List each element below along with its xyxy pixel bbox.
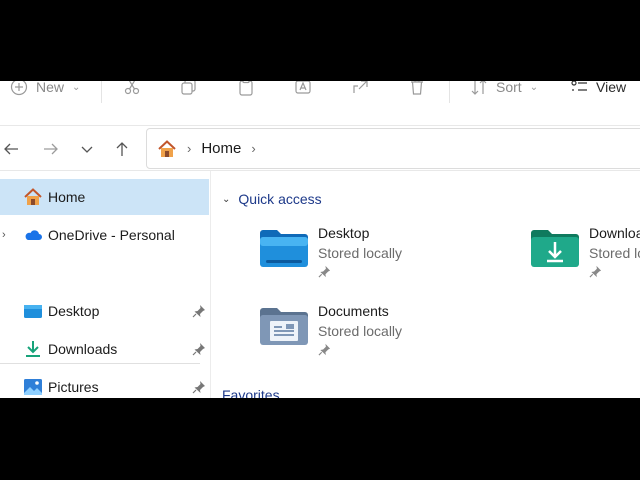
breadcrumb-home[interactable]: Home	[201, 140, 241, 157]
rename-icon	[295, 81, 311, 94]
pin-icon	[589, 265, 602, 278]
toolbar-divider	[101, 81, 102, 103]
quick-access-item-documents[interactable]: Documents Stored locally	[258, 293, 518, 359]
desktop-folder-icon	[24, 305, 42, 318]
tile-status: Stored locally	[318, 245, 403, 261]
breadcrumb-separator-icon[interactable]: ›	[251, 141, 255, 156]
pin-icon[interactable]	[192, 304, 206, 318]
section-title: Favorites	[222, 387, 280, 398]
sidebar-item-onedrive[interactable]: › OneDrive - Personal	[0, 217, 209, 253]
quick-access-item-desktop[interactable]: Desktop Stored locally	[258, 215, 518, 281]
forward-button[interactable]	[40, 138, 62, 160]
letterbox-bottom	[0, 398, 640, 480]
sidebar-item-label: OneDrive - Personal	[48, 227, 175, 243]
sidebar-item-downloads[interactable]: Downloads	[0, 331, 209, 367]
paste-button[interactable]	[237, 81, 255, 99]
view-icon	[571, 81, 587, 91]
tile-name: Documents	[318, 303, 389, 319]
view-label: View	[596, 81, 627, 95]
chevron-down-icon: ⌄	[72, 81, 81, 93]
sort-icon	[471, 81, 487, 95]
tile-name: Desktop	[318, 225, 370, 241]
favorites-header[interactable]: Favorites	[222, 387, 280, 398]
pictures-icon	[24, 379, 42, 395]
quick-access-item-downloads[interactable]: Downloads Stored locally	[529, 215, 640, 281]
file-explorer-window: New ⌄ Sort ⌄ View › Home › Home › OneDri…	[0, 81, 640, 398]
view-button[interactable]: View	[570, 81, 626, 99]
recent-locations-button[interactable]	[76, 138, 98, 160]
sidebar-item-home[interactable]: Home	[0, 179, 209, 215]
arrow-left-icon	[4, 143, 18, 155]
delete-button[interactable]	[408, 81, 426, 99]
cut-icon	[124, 81, 140, 95]
sidebar-item-label: Pictures	[48, 379, 99, 395]
sort-label: Sort	[496, 81, 522, 95]
rename-button[interactable]	[294, 81, 312, 99]
delete-icon	[411, 81, 423, 95]
desktop-folder-icon	[260, 230, 308, 267]
pin-icon[interactable]	[192, 342, 206, 356]
sidebar-item-pictures[interactable]: Pictures	[0, 369, 209, 398]
cut-button[interactable]	[123, 81, 141, 99]
onedrive-icon	[25, 230, 42, 240]
toolbar-divider	[449, 81, 450, 103]
chevron-down-icon	[81, 146, 93, 153]
downloads-folder-icon	[531, 230, 579, 267]
pin-icon	[318, 265, 331, 278]
command-bar: New ⌄ Sort ⌄ View	[0, 81, 640, 103]
new-label: New	[36, 81, 65, 95]
sidebar-item-desktop[interactable]: Desktop	[0, 293, 209, 329]
sidebar-item-label: Downloads	[48, 341, 118, 357]
sort-button[interactable]: Sort ⌄	[470, 81, 538, 99]
address-bar[interactable]: › Home ›	[146, 128, 640, 169]
chevron-down-icon: ⌄	[529, 81, 539, 93]
documents-folder-icon	[260, 308, 308, 345]
section-title: Quick access	[238, 191, 322, 207]
new-icon	[10, 81, 28, 96]
sidebar-item-label: Desktop	[48, 303, 100, 319]
pin-icon	[318, 343, 331, 356]
navigation-bar: › Home ›	[0, 125, 640, 171]
quick-access-header[interactable]: ⌄ Quick access	[222, 191, 322, 207]
tile-status: Stored locally	[589, 245, 640, 261]
home-icon	[158, 139, 176, 157]
arrow-right-icon	[44, 143, 58, 155]
back-button[interactable]	[0, 138, 22, 160]
copy-icon	[181, 81, 196, 95]
arrow-up-icon	[116, 142, 128, 156]
letterbox-top	[0, 0, 640, 81]
chevron-right-icon[interactable]: ›	[2, 229, 6, 241]
paste-icon	[239, 81, 253, 96]
downloads-icon	[26, 341, 40, 357]
sidebar-item-label: Home	[48, 189, 86, 205]
content-area: ⌄ Quick access Desktop Stored locally Do…	[212, 171, 640, 398]
copy-button[interactable]	[180, 81, 198, 99]
up-button[interactable]	[111, 138, 133, 160]
share-icon	[353, 81, 368, 93]
navigation-pane: Home › OneDrive - Personal Desktop Downl…	[0, 171, 211, 398]
breadcrumb-separator-icon: ›	[187, 141, 192, 156]
share-button[interactable]	[351, 81, 369, 99]
home-icon	[24, 188, 42, 205]
tile-name: Downloads	[589, 225, 640, 241]
new-button[interactable]: New ⌄	[10, 81, 80, 99]
chevron-down-icon: ⌄	[222, 193, 231, 205]
tile-status: Stored locally	[318, 323, 403, 339]
pin-icon[interactable]	[192, 380, 206, 394]
